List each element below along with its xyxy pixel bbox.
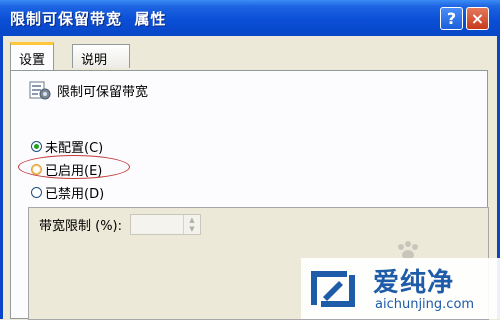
spinner-down-icon[interactable]: ▼ (184, 224, 200, 233)
help-button[interactable]: ? (440, 7, 463, 30)
close-icon: × (470, 9, 485, 28)
tab-settings[interactable]: 设置 (10, 42, 55, 70)
radio-label-enabled: 已启用(E) (45, 164, 103, 179)
radio-button[interactable] (31, 187, 42, 198)
spinner-up-icon[interactable]: ▲ (184, 215, 200, 224)
watermark-url: aichunjing.com (375, 297, 475, 312)
brand-logo-icon (311, 271, 355, 307)
close-button[interactable]: × (466, 7, 489, 30)
site-watermark: 爱纯净 aichunjing.com (301, 258, 500, 319)
spinner-buttons: ▲ ▼ (183, 215, 200, 234)
policy-icon (29, 79, 51, 101)
help-icon: ? (446, 9, 457, 28)
window-frame-left (0, 36, 3, 319)
radio-label-disabled: 已禁用(D) (45, 187, 105, 202)
window-title: 限制可保留带宽 属性 (10, 10, 167, 28)
radio-not-configured[interactable]: 未配置(C) (31, 137, 103, 156)
radio-button[interactable] (31, 164, 42, 175)
radio-button-checked[interactable] (31, 141, 42, 152)
radio-label-not-configured: 未配置(C) (45, 141, 104, 156)
tab-explain[interactable]: 说明 (72, 44, 130, 68)
bandwidth-spinner[interactable]: ▲ ▼ (130, 214, 201, 235)
radio-enabled[interactable]: 已启用(E) (31, 160, 102, 179)
bandwidth-limit-label: 带宽限制 (%): (39, 219, 123, 234)
watermark-brand: 爱纯净 (373, 268, 455, 298)
policy-name: 限制可保留带宽 (57, 84, 149, 100)
bandwidth-input[interactable] (132, 216, 182, 233)
title-bar: 限制可保留带宽 属性 ? × (0, 0, 500, 36)
policy-header: 限制可保留带宽 (29, 79, 148, 101)
radio-disabled[interactable]: 已禁用(D) (31, 183, 104, 202)
